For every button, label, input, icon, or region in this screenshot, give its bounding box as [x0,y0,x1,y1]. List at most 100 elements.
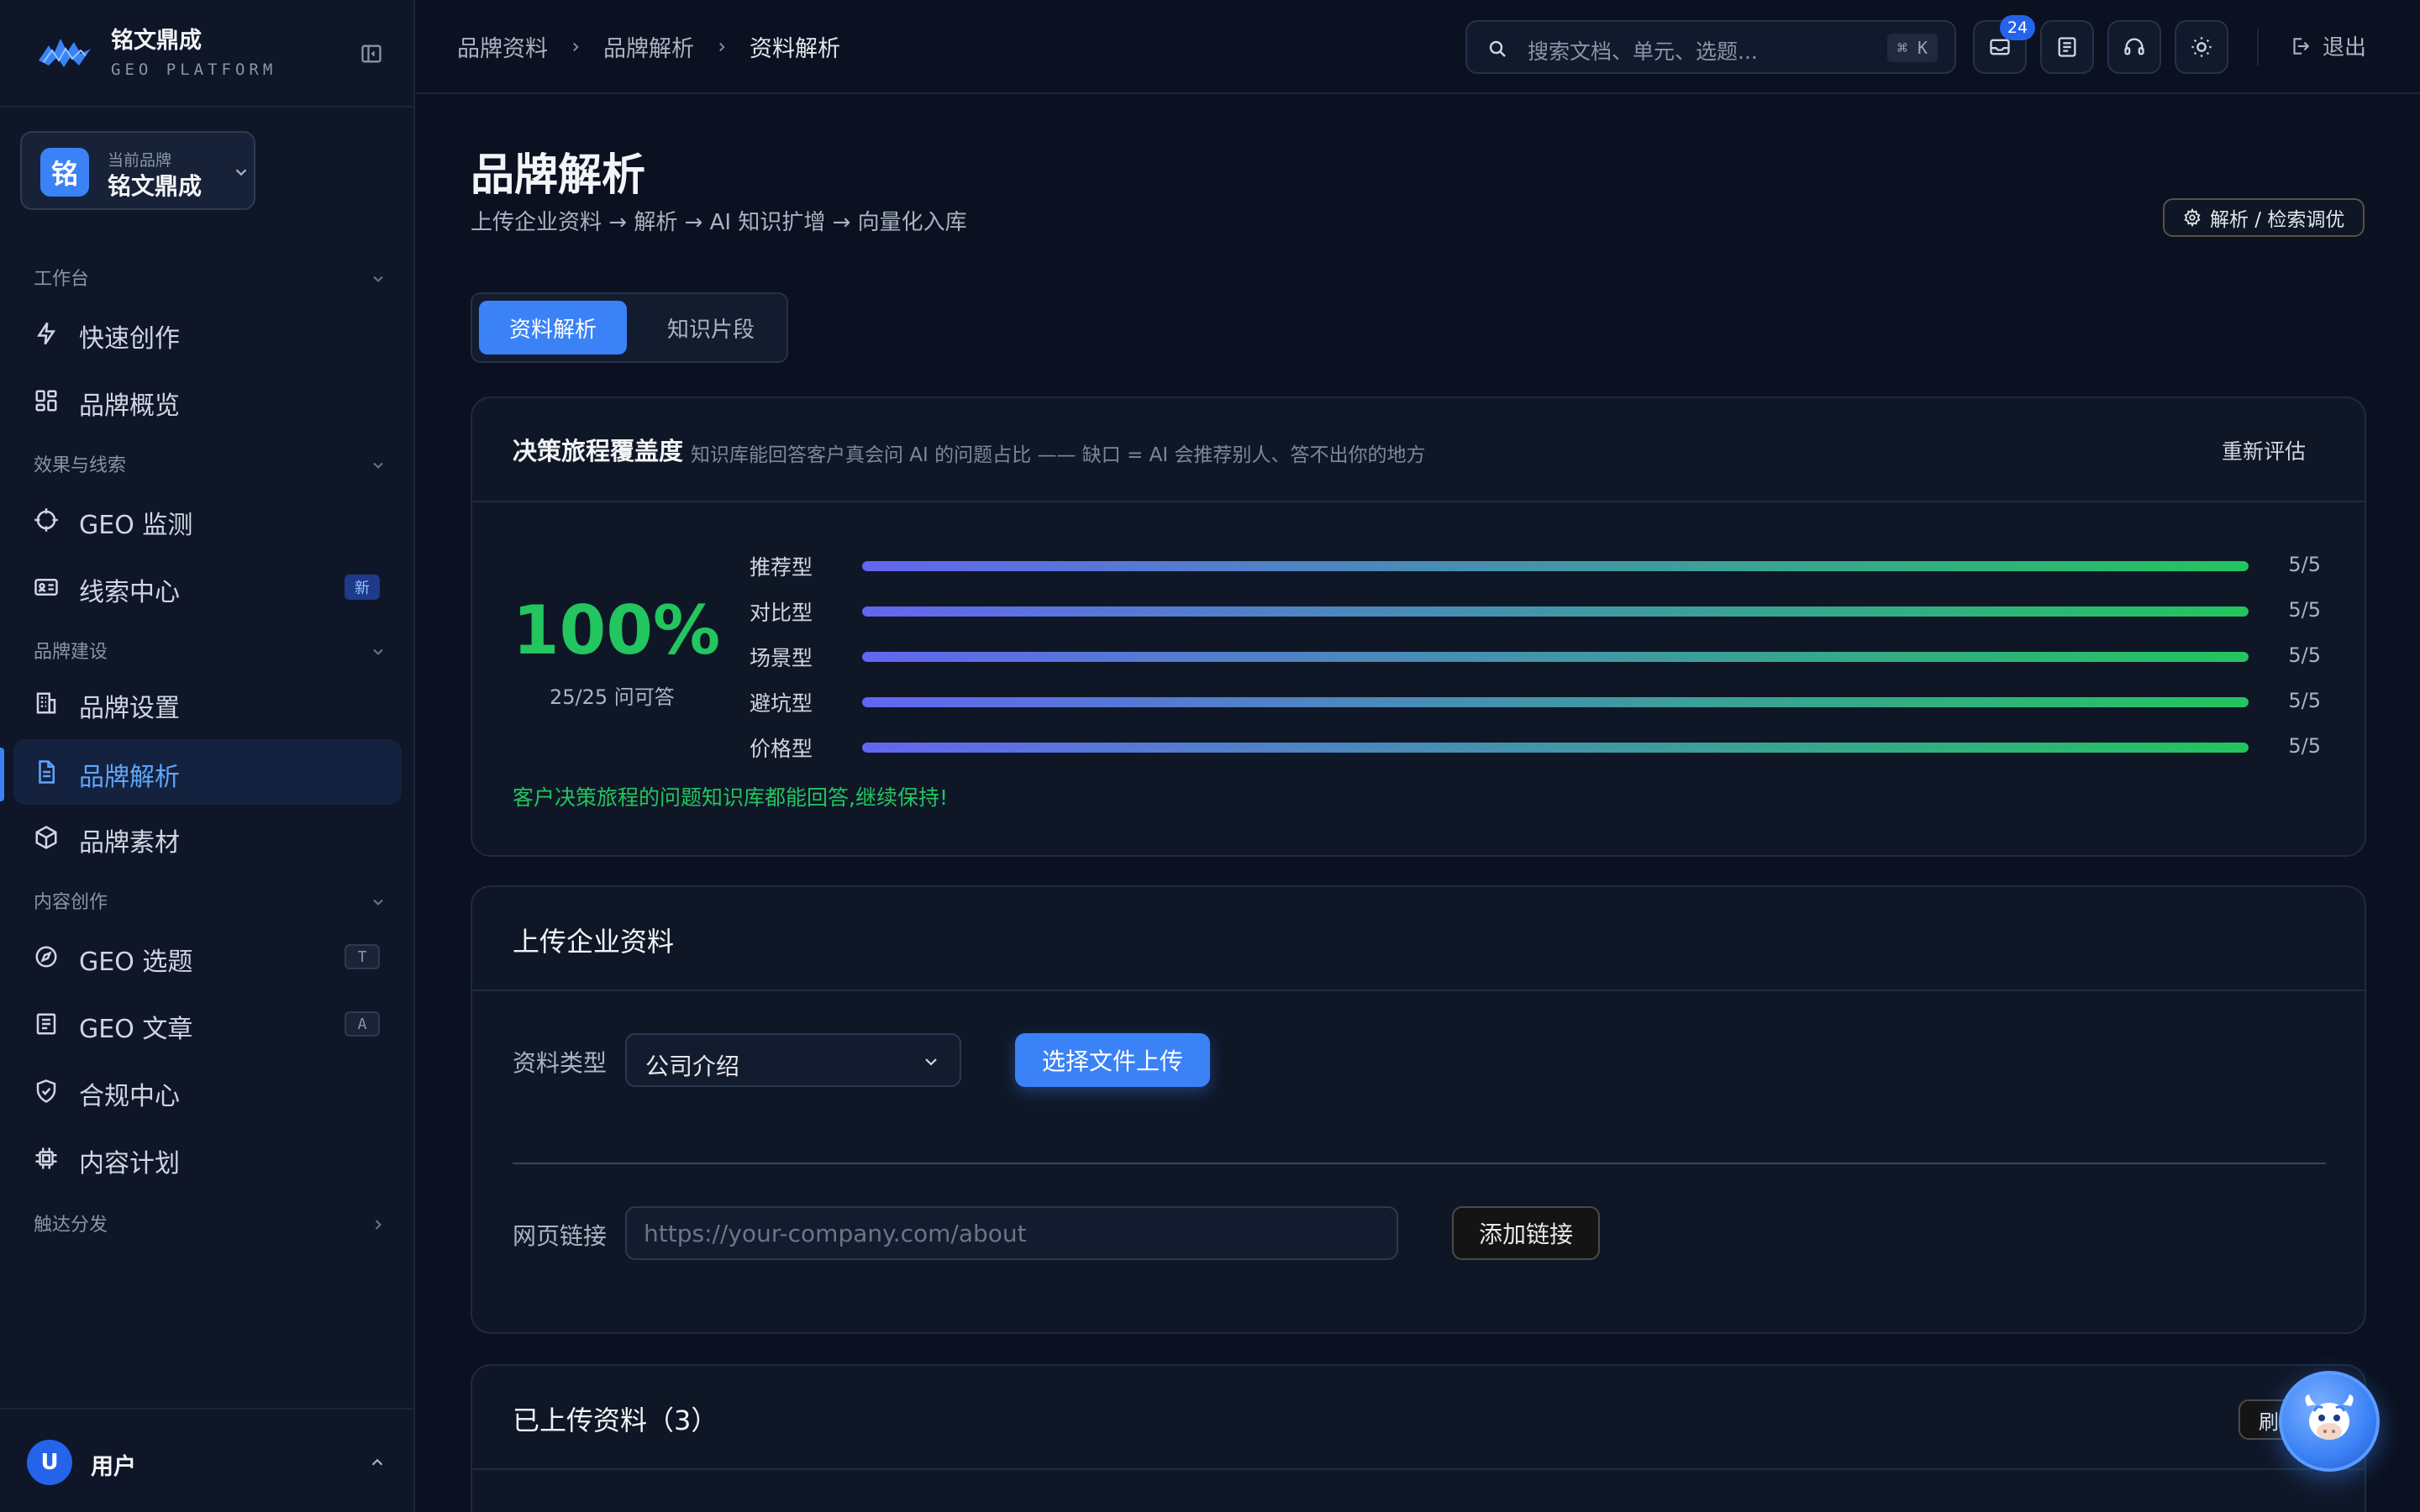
coverage-row-label: 对比型 [750,601,813,625]
material-type-select[interactable]: 公司介绍 [625,1033,961,1087]
brand-switcher[interactable]: 铭 当前品牌 铭文鼎成 [20,131,255,210]
shortcut-badge: T [345,944,380,969]
topbar-divider [2257,29,2259,66]
nav-section-effects-leads[interactable]: 效果与线索 [34,450,387,484]
coverage-row: 价格型 5/5 [750,731,2321,764]
material-type-value: 公司介绍 [645,1053,740,1080]
sidebar-item-label: 合规中心 [79,1082,180,1111]
sidebar-item-compliance[interactable]: 合规中心 [13,1058,402,1124]
coverage-row: 避坑型 5/5 [750,685,2321,719]
nav-section-content-creation[interactable]: 内容创作 [34,887,387,921]
logout-button[interactable]: 退出 [2289,30,2366,61]
topbar: 品牌资料 品牌解析 资料解析 搜索文档、单元、选题... ⌘ K 24 退出 [417,0,2420,94]
new-badge: 新 [345,575,380,600]
sidebar-item-quick-create[interactable]: 快速创作 [13,301,402,366]
sidebar-collapse-icon[interactable] [360,42,383,66]
document-icon [34,759,59,785]
brand-avatar: 铭 [40,148,89,197]
logout-label: 退出 [2323,35,2367,60]
upload-card: 上传企业资料 资料类型 公司介绍 选择文件上传 网页链接 添加链接 [471,885,2366,1334]
coverage-bar-fill [862,697,2249,707]
coverage-row-label: 推荐型 [750,555,813,580]
crosshair-icon [34,507,59,533]
notification-badge: 24 [2000,15,2035,40]
search-input[interactable]: 搜索文档、单元、选题... ⌘ K [1465,20,1956,74]
app-root: 铭文鼎成 GEO PLATFORM 铭 当前品牌 铭文鼎成 工作台 快速创作 品… [0,0,2420,1512]
sidebar-item-label: 品牌解析 [79,763,180,792]
coverage-row: 场景型 5/5 [750,640,2321,674]
tab-knowledge-chunks[interactable]: 知识片段 [637,301,785,354]
sidebar-item-brand-assets[interactable]: 品牌素材 [13,805,402,870]
coverage-row-label: 场景型 [750,646,813,670]
sidebar-item-lead-center[interactable]: 线索中心 新 [13,554,402,620]
coverage-note: 客户决策旅程的问题知识库都能回答,继续保持! [513,785,948,810]
chevron-right-icon [568,39,583,55]
sidebar-item-label: GEO 选题 [79,948,193,977]
tune-settings-button[interactable]: 解析 / 检索调优 [2163,198,2365,237]
theme-toggle-button[interactable] [2175,20,2228,74]
shortcut-badge: A [345,1011,380,1037]
coverage-row: 推荐型 5/5 [750,549,2321,583]
active-indicator [0,748,4,801]
nav-section-distribution[interactable]: 触达分发 [34,1210,387,1243]
gear-icon [2183,208,2202,227]
coverage-row-label: 避坑型 [750,691,813,716]
url-label: 网页链接 [513,1222,608,1250]
nav-section-workbench[interactable]: 工作台 [34,264,387,297]
cube-icon [34,825,59,850]
search-shortcut: ⌘ K [1886,34,1938,62]
coverage-bar-fill [862,652,2249,662]
assistant-bot-button[interactable] [2279,1371,2380,1472]
tab-material-analysis[interactable]: 资料解析 [479,301,627,354]
building-icon [34,690,59,716]
logo-mark-icon [37,29,92,76]
coverage-bar-track [862,561,2249,571]
inbox-button[interactable]: 24 [1973,15,2035,74]
chevron-down-icon [370,894,387,911]
sidebar-item-label: 快速创作 [79,324,180,354]
sidebar-item-geo-topics[interactable]: GEO 选题 T [13,924,402,990]
notes-button[interactable] [2040,20,2094,74]
brand-switcher-label: 当前品牌 [108,151,172,170]
upload-file-button[interactable]: 选择文件上传 [1015,1033,1210,1087]
support-button[interactable] [2107,20,2161,74]
tab-bar: 资料解析 知识片段 [471,292,788,363]
logo-subtitle: GEO PLATFORM [111,60,277,79]
uploaded-card-header: 已上传资料（3） 刷新 [472,1366,2365,1470]
logo-name: 铭文鼎成 [111,28,202,54]
chevron-down-icon [921,1052,941,1072]
coverage-row-score: 5/5 [2288,598,2321,622]
url-input[interactable] [625,1206,1398,1260]
breadcrumb-item[interactable]: 品牌解析 [603,30,694,63]
list-icon [2055,35,2079,59]
sidebar-item-geo-articles[interactable]: GEO 文章 A [13,991,402,1057]
coverage-row-score: 5/5 [2288,553,2321,576]
sidebar-item-content-plan[interactable]: 内容计划 [13,1126,402,1191]
add-link-button[interactable]: 添加链接 [1452,1206,1600,1260]
coverage-row-label: 价格型 [750,737,813,761]
user-menu[interactable]: U 用户 [0,1408,415,1512]
coverage-bar-fill [862,561,2249,571]
sidebar-item-label: 品牌设置 [79,694,180,723]
sidebar-item-brand-settings[interactable]: 品牌设置 [13,670,402,736]
article-icon [34,1011,59,1037]
id-card-icon [34,575,59,600]
chevron-down-icon [232,163,250,181]
nav-section-brand-building[interactable]: 品牌建设 [34,637,387,670]
chevron-down-icon [370,457,387,474]
chevron-right-icon [370,1216,387,1233]
breadcrumb-item[interactable]: 品牌资料 [457,30,548,63]
uploaded-title: 已上传资料（3） [513,1404,718,1436]
page-title: 品牌解析 [471,150,646,201]
search-placeholder: 搜索文档、单元、选题... [1528,39,1758,64]
coverage-row-score: 5/5 [2288,689,2321,712]
sidebar-item-geo-monitor[interactable]: GEO 监测 [13,487,402,553]
page-subtitle: 上传企业资料 → 解析 → AI 知识扩增 → 向量化入库 [471,210,967,235]
nav-section-label: 触达分发 [34,1215,108,1236]
coverage-bar-track [862,606,2249,617]
compass-icon [34,944,59,969]
chevron-down-icon [370,643,387,660]
sidebar-item-brand-overview[interactable]: 品牌概览 [13,368,402,433]
brand-switcher-name: 铭文鼎成 [108,172,203,200]
sidebar-item-brand-analysis[interactable]: 品牌解析 [13,739,402,805]
